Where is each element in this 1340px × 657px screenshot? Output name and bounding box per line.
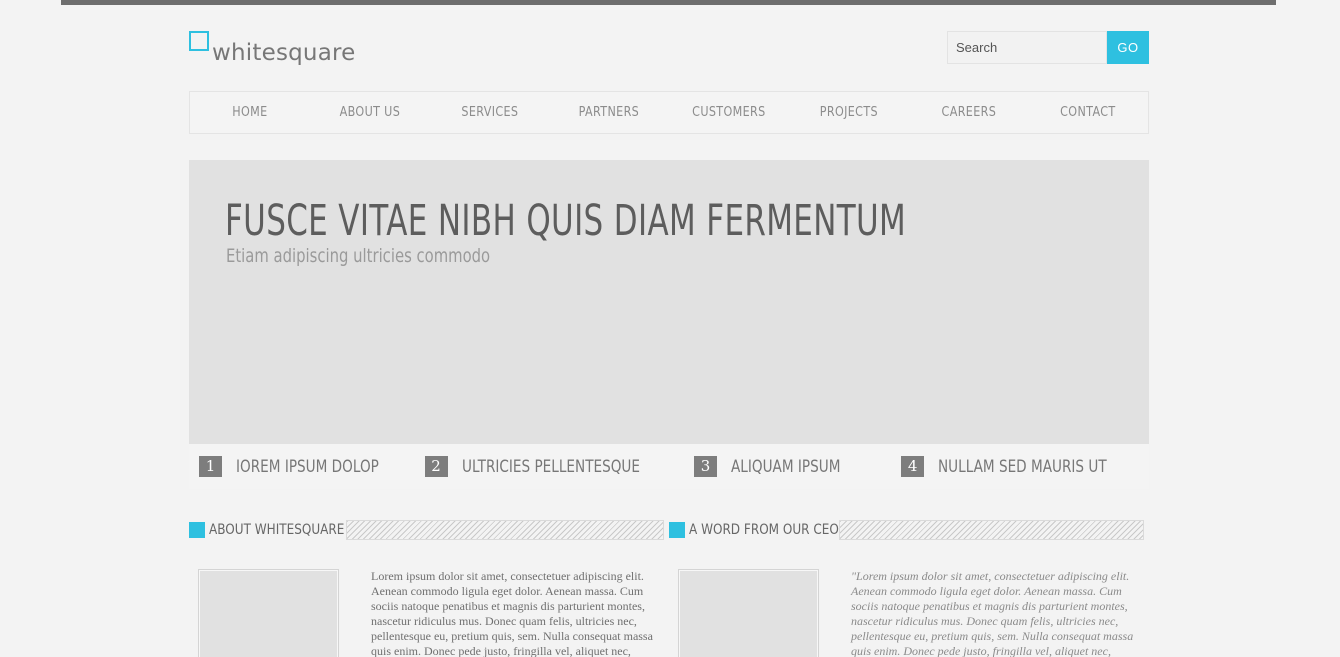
main-nav: HOME ABOUT US SERVICES PARTNERS CUSTOMER… bbox=[189, 91, 1149, 134]
nav-item-home[interactable]: HOME bbox=[198, 92, 301, 133]
slide-label: IOREM IPSUM DOLOP bbox=[236, 456, 379, 477]
logo-square-icon bbox=[189, 31, 209, 51]
about-section-heading: ABOUT WHITESQUARE bbox=[189, 520, 664, 540]
about-image bbox=[198, 569, 339, 657]
slider-tab-2[interactable]: 2 ULTRICIES PELLENTESQUE bbox=[415, 444, 684, 489]
slide-label: ALIQUAM IPSUM bbox=[731, 456, 841, 477]
hero-title: FUSCE VITAE NIBH QUIS DIAM FERMENTUM bbox=[225, 196, 907, 246]
about-section-title: ABOUT WHITESQUARE bbox=[209, 522, 345, 538]
slide-number: 4 bbox=[901, 456, 925, 477]
slide-number: 3 bbox=[694, 456, 718, 477]
nav-item-customers[interactable]: CUSTOMERS bbox=[677, 92, 780, 133]
slider-tab-3[interactable]: 3 ALIQUAM IPSUM bbox=[684, 444, 891, 489]
hero-subtitle: Etiam adipiscing ultricies commodo bbox=[226, 245, 491, 267]
logo-text: whitesquare bbox=[212, 40, 356, 66]
slide-number: 2 bbox=[424, 456, 448, 477]
nav-item-projects[interactable]: PROJECTS bbox=[797, 92, 900, 133]
section-square-icon bbox=[669, 522, 685, 538]
ceo-section-heading: A WORD FROM OUR CEO bbox=[669, 520, 1144, 540]
nav-item-services[interactable]: SERVICES bbox=[438, 92, 541, 133]
slide-number: 1 bbox=[199, 456, 222, 477]
hero-slider: FUSCE VITAE NIBH QUIS DIAM FERMENTUM Eti… bbox=[189, 160, 1149, 444]
slide-label: ULTRICIES PELLENTESQUE bbox=[461, 456, 640, 477]
ceo-image bbox=[678, 569, 819, 657]
slider-tabs: 1 IOREM IPSUM DOLOP 2 ULTRICIES PELLENTE… bbox=[189, 444, 1149, 489]
ceo-quote-text: "Lorem ipsum dolor sit amet, consectetue… bbox=[851, 569, 1134, 657]
about-text: Lorem ipsum dolor sit amet, consectetuer… bbox=[371, 569, 653, 657]
nav-item-careers[interactable]: CAREERS bbox=[917, 92, 1020, 133]
section-divider-stripes bbox=[839, 520, 1144, 540]
search-form: GO bbox=[947, 31, 1149, 64]
page-container: whitesquare GO HOME ABOUT US SERVICES PA… bbox=[189, 0, 1149, 657]
nav-item-about-us[interactable]: ABOUT US bbox=[318, 92, 421, 133]
search-input[interactable] bbox=[947, 31, 1107, 64]
slide-label: NULLAM SED MAURIS UT bbox=[938, 456, 1107, 477]
slider-tab-1[interactable]: 1 IOREM IPSUM DOLOP bbox=[189, 444, 415, 489]
search-go-button[interactable]: GO bbox=[1107, 31, 1149, 64]
ceo-section-title: A WORD FROM OUR CEO bbox=[689, 522, 839, 538]
section-divider-stripes bbox=[346, 520, 664, 540]
nav-item-partners[interactable]: PARTNERS bbox=[558, 92, 661, 133]
section-square-icon bbox=[189, 522, 205, 538]
nav-item-contact[interactable]: CONTACT bbox=[1037, 92, 1140, 133]
slider-tab-4[interactable]: 4 NULLAM SED MAURIS UT bbox=[891, 444, 1149, 489]
